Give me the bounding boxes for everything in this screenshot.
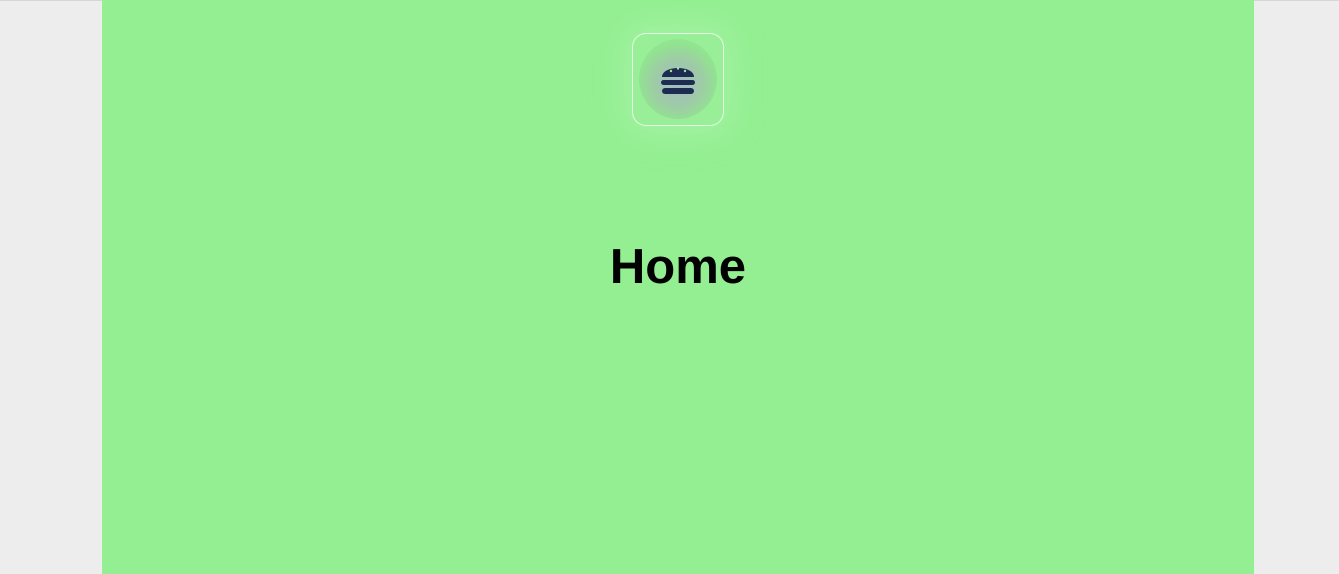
burger-icon: [661, 67, 695, 94]
page-title: Home: [609, 240, 747, 294]
page-area: Home: [102, 0, 1254, 574]
menu-button[interactable]: [632, 33, 724, 126]
